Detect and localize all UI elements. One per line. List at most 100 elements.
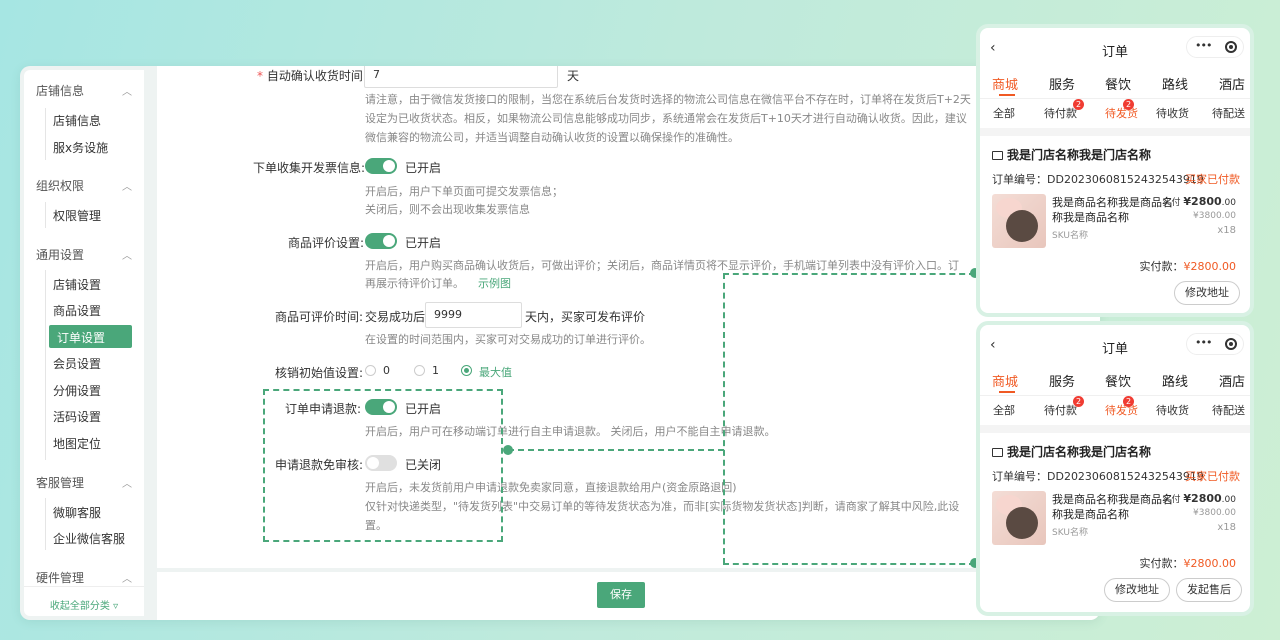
sidebar-item-store-info[interactable]: 店铺信息 (53, 112, 101, 129)
divider (980, 98, 1250, 99)
tab-hotel[interactable]: 酒店 (1219, 74, 1245, 93)
original-price: ¥3800.00 (1193, 508, 1236, 518)
subtab-pending-receipt[interactable]: 待收货 (1156, 402, 1189, 418)
sidebar-item-order-settings[interactable]: 订单设置 (49, 325, 132, 348)
subtab-all[interactable]: 全部 (993, 402, 1015, 418)
more-icon[interactable]: ••• (1195, 336, 1212, 349)
connector-line (508, 449, 724, 451)
sidebar-item-commission-settings[interactable]: 分佣设置 (53, 382, 101, 399)
tab-route[interactable]: 路线 (1162, 74, 1188, 93)
invoice-help-1: 开启后，用户下单页面可提交发票信息； (365, 185, 563, 198)
review-toggle[interactable] (365, 233, 397, 249)
sidebar-item-product-settings[interactable]: 商品设置 (53, 302, 101, 319)
sidebar-group-hardware[interactable]: 硬件管理 (36, 569, 84, 586)
connector-line (723, 273, 725, 564)
admin-window: 店铺信息 ︿ 店铺信息 服x务设施 组织权限 ︿ 权限管理 通用设置 ︿ 店铺设… (20, 66, 1100, 620)
review-time-help: 在设置的时间范围内，买家可对交易成功的订单进行评价。 (365, 333, 651, 346)
store-icon (992, 448, 1003, 457)
product-name[interactable]: 我是商品名称我是商品名称我是商品名称 (1052, 492, 1174, 522)
order-status: 买家已付款 (1185, 470, 1240, 483)
paid-price-dec: .00 (1221, 495, 1236, 505)
sidebar-group-customer-service[interactable]: 客服管理 (36, 474, 84, 491)
subtab-pending-delivery[interactable]: 待配送 (1212, 402, 1245, 418)
form-footer: 保存 (157, 572, 1100, 620)
auto-confirm-days-input[interactable]: 7 (364, 66, 558, 88)
subtab-pending-delivery[interactable]: 待配送 (1212, 105, 1245, 121)
subtab-pending-payment[interactable]: 待付款 (1044, 105, 1077, 121)
auto-confirm-help-3: 微信兼容的物流公司，并适当调整自动确认收货的设置以确保操作的准确性。 (365, 131, 739, 144)
tab-hotel[interactable]: 酒店 (1219, 371, 1245, 390)
total-label: 实付款： (1139, 260, 1184, 273)
mini-program-capsule: ••• (1186, 333, 1244, 355)
sidebar-item-permission-mgmt[interactable]: 权限管理 (53, 207, 101, 224)
modify-address-button[interactable]: 修改地址 (1104, 578, 1170, 602)
product-image[interactable] (992, 194, 1046, 248)
sidebar-item-map-location[interactable]: 地图定位 (53, 435, 101, 452)
subtab-pending-payment[interactable]: 待付款 (1044, 402, 1077, 418)
paid-price: 实付 ¥2800.00 (1163, 492, 1237, 505)
sidebar-item-wecom-service[interactable]: 企业微信客服 (53, 530, 125, 547)
subtab-badge: 2 (1123, 99, 1134, 110)
verify-option-max[interactable]: 最大值 (479, 364, 512, 380)
verify-radio-0[interactable] (365, 365, 376, 376)
total-label: 实付款： (1139, 557, 1184, 570)
tab-mall[interactable]: 商城 (992, 371, 1018, 390)
sidebar-group-store[interactable]: 店铺信息 (36, 82, 84, 99)
chevron-up-icon[interactable]: ︿ (122, 570, 132, 585)
invoice-toggle[interactable] (365, 158, 397, 174)
review-help-2: 再展示待评价订单。 示例图 (365, 274, 511, 293)
order-number: 订单编号：DD20230608152432543919 (992, 470, 1204, 483)
product-image[interactable] (992, 491, 1046, 545)
chevron-up-icon[interactable]: ︿ (122, 475, 132, 490)
chevron-up-icon[interactable]: ︿ (122, 247, 132, 262)
example-image-link[interactable]: 示例图 (478, 277, 511, 290)
verify-option-1[interactable]: 1 (432, 364, 439, 377)
tab-service[interactable]: 服务 (1049, 74, 1075, 93)
verify-option-0[interactable]: 0 (383, 364, 390, 377)
verify-radio-max[interactable] (461, 365, 472, 376)
tree-line (45, 270, 46, 460)
auto-confirm-help-1: 请注意，由于微信发货接口的限制，当您在系统后台发货时选择的物流公司信息在微信平台… (365, 93, 971, 106)
paid-prefix: 实付 (1162, 198, 1181, 208)
sidebar-item-member-settings[interactable]: 会员设置 (53, 355, 101, 372)
tab-mall[interactable]: 商城 (992, 74, 1018, 93)
sidebar-item-wechat-chat[interactable]: 微聊客服 (53, 504, 101, 521)
close-mini-program-icon[interactable] (1225, 338, 1237, 350)
paid-price: 实付 ¥2800.00 (1163, 195, 1237, 208)
tab-route[interactable]: 路线 (1162, 371, 1188, 390)
modify-address-button[interactable]: 修改地址 (1174, 281, 1240, 305)
tab-underline (999, 94, 1015, 96)
auto-confirm-help-2: 设定为已收货状态。相反，如果物流公司信息能够成功同步，系统通常会在发货后T+10… (365, 112, 967, 125)
subtab-all[interactable]: 全部 (993, 105, 1015, 121)
tab-service[interactable]: 服务 (1049, 371, 1075, 390)
sidebar-group-general[interactable]: 通用设置 (36, 246, 84, 263)
sidebar-item-facilities[interactable]: 服x务设施 (53, 139, 108, 156)
highlight-box (263, 389, 503, 542)
paid-prefix: 实付 (1162, 495, 1181, 505)
sidebar-group-permissions[interactable]: 组织权限 (36, 177, 84, 194)
review-state: 已开启 (405, 236, 442, 250)
collapse-all-button[interactable]: 收起全部分类 ▿ (24, 586, 144, 616)
chevron-up-icon[interactable]: ︿ (122, 83, 132, 98)
phone-preview-1: ‹ 订单 ••• 商城 服务 餐饮 路线 酒店 全部 待付款 2 待发货 2 待… (976, 24, 1254, 317)
verify-radio-1[interactable] (414, 365, 425, 376)
after-sales-button[interactable]: 发起售后 (1176, 578, 1242, 602)
total-paid: 实付款：¥2800.00 (1140, 258, 1237, 274)
chevron-up-icon[interactable]: ︿ (122, 178, 132, 193)
store-name: 我是门店名称我是门店名称 (992, 443, 1151, 460)
sidebar-item-store-settings[interactable]: 店铺设置 (53, 276, 101, 293)
invoice-help-2: 关闭后，则不会出现收集发票信息 (365, 203, 530, 216)
product-shape (1006, 210, 1038, 242)
subtab-badge: 2 (1073, 99, 1084, 110)
tab-dining[interactable]: 餐饮 (1105, 74, 1131, 93)
review-days-input[interactable]: 9999 (425, 302, 522, 328)
tab-dining[interactable]: 餐饮 (1105, 371, 1131, 390)
close-mini-program-icon[interactable] (1225, 41, 1237, 53)
verify-init-label: 核销初始值设置: (275, 366, 364, 380)
order-number: 订单编号：DD20230608152432543919 (992, 173, 1204, 186)
save-button[interactable]: 保存 (597, 582, 645, 608)
sidebar-item-livecode-settings[interactable]: 活码设置 (53, 408, 101, 425)
subtab-pending-receipt[interactable]: 待收货 (1156, 105, 1189, 121)
product-name[interactable]: 我是商品名称我是商品名称我是商品名称 (1052, 195, 1174, 225)
more-icon[interactable]: ••• (1195, 39, 1212, 52)
